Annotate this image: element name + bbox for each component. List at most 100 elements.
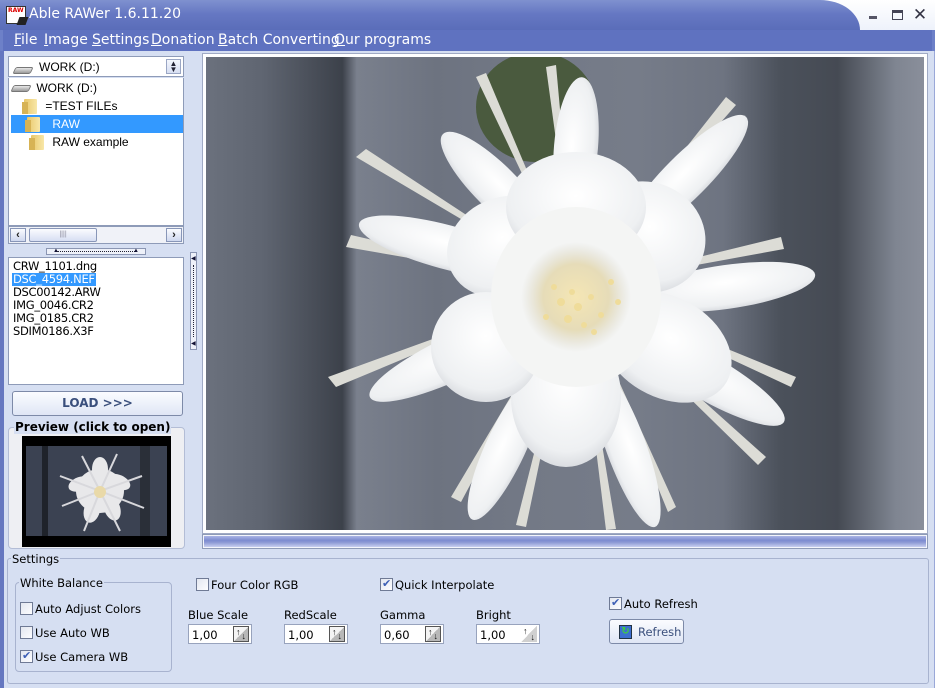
preview-thumbnail[interactable] [22, 436, 171, 547]
file-list: CRW_1101.dng DSC_4594.NEF DSC00142.ARW I… [8, 257, 184, 385]
raw-app-icon[interactable]: RAW [6, 6, 29, 25]
blue-scale-label: Blue Scale [188, 608, 249, 622]
progress-bar [202, 534, 928, 549]
menu-accel: D [151, 32, 162, 48]
splitter-grip [193, 265, 194, 337]
hard-drive-icon [10, 81, 32, 95]
scroll-left-button[interactable]: ‹ [10, 228, 26, 242]
quick-interpolate-checkbox[interactable]: Quick Interpolate [380, 577, 495, 592]
spin-updown-icon[interactable]: ↑ ↓ [521, 626, 537, 642]
bright-spinner[interactable]: 1,00 ↑ ↓ [476, 624, 540, 644]
menu-label: ile [21, 32, 38, 48]
menu-label: onation [161, 32, 215, 48]
menu-label: mage [48, 32, 88, 48]
spin-updown-icon[interactable]: ↑ ↓ [233, 626, 249, 642]
gamma-spinner[interactable]: 0,60 ↑ ↓ [380, 624, 444, 644]
tree-item-raw-example[interactable]: RAW example [29, 133, 181, 151]
four-color-rgb-checkbox[interactable]: Four Color RGB [196, 578, 298, 592]
menu-our-programs[interactable]: Our programs [334, 32, 431, 48]
minimize-icon [869, 16, 877, 19]
tree-item-label: RAW [52, 117, 80, 131]
scroll-thumb[interactable]: |||| [29, 228, 97, 242]
folder-icon [29, 135, 44, 151]
bright-label: Bright [476, 608, 511, 622]
maximize-icon [891, 10, 903, 20]
tree-item-test-files[interactable]: =TEST FILEs [22, 97, 182, 115]
window-frame-left [0, 51, 4, 688]
folder-tree-hscrollbar[interactable]: ‹ |||| › [8, 226, 184, 244]
arrow-left-icon: ◀ [191, 256, 196, 262]
arrow-left-icon: ◀ [191, 341, 196, 347]
dropdown-arrow-icon[interactable]: ▲ ▼ [166, 59, 181, 74]
menu-accel: F [14, 32, 22, 48]
red-scale-value[interactable]: 1,00 [288, 628, 314, 642]
tree-item-label: =TEST FILEs [45, 99, 118, 113]
menu-image[interactable]: Image [44, 32, 88, 48]
checkbox-label: Use Camera WB [35, 650, 129, 664]
tree-item-drive[interactable]: WORK (D:) [10, 79, 182, 97]
auto-refresh-checkbox[interactable]: Auto Refresh [609, 596, 698, 611]
minimize-button[interactable] [863, 6, 883, 24]
checkbox-label: Auto Adjust Colors [35, 602, 141, 616]
load-button[interactable]: LOAD >>> [12, 391, 183, 416]
refresh-button[interactable]: ↻ Refresh [609, 619, 684, 644]
use-camera-wb-checkbox[interactable]: Use Camera WB [20, 649, 129, 664]
checkbox-label: Use Auto WB [35, 626, 110, 640]
tree-item-label: WORK (D:) [36, 81, 97, 95]
bright-value[interactable]: 1,00 [480, 628, 506, 642]
window-frame-right [931, 51, 935, 688]
red-scale-spinner[interactable]: 1,00 ↑ ↓ [284, 624, 348, 644]
menu-settings[interactable]: Settings [92, 32, 149, 48]
menu-bar: File Image Settings Donation Batch Conve… [0, 30, 935, 51]
red-scale-label: RedScale [284, 608, 337, 622]
folder-icon [22, 99, 37, 115]
menu-accel: O [334, 32, 346, 48]
checkbox-box-checked[interactable] [609, 596, 622, 610]
checkbox-box[interactable] [20, 626, 33, 639]
arrow-up-icon: ▲ [133, 248, 139, 254]
preview-flower-image [26, 446, 167, 536]
image-viewer[interactable] [202, 53, 928, 534]
menu-accel: B [218, 32, 228, 48]
window-title: Able RAWer 1.6.11.20 [29, 6, 182, 22]
refresh-button-label: Refresh [638, 625, 682, 639]
blue-scale-spinner[interactable]: 1,00 ↑ ↓ [188, 624, 252, 644]
folder-icon [25, 117, 40, 133]
checkbox-label: Quick Interpolate [395, 578, 495, 592]
gamma-value[interactable]: 0,60 [384, 628, 410, 642]
drive-select[interactable]: WORK (D:) ▲ ▼ [8, 56, 184, 77]
checkbox-box[interactable] [20, 602, 33, 615]
flower-image [328, 57, 816, 530]
menu-file[interactable]: File [14, 32, 37, 48]
white-balance-title: White Balance [19, 576, 104, 590]
gamma-label: Gamma [380, 608, 426, 622]
splitter-grip [57, 251, 135, 252]
spin-updown-icon[interactable]: ↑ ↓ [425, 626, 441, 642]
image-canvas[interactable] [206, 57, 924, 530]
checkbox-box[interactable] [196, 578, 209, 591]
scroll-right-button[interactable]: › [166, 228, 182, 242]
settings-title: Settings [11, 552, 61, 566]
menu-donation[interactable]: Donation [151, 32, 215, 48]
preview-title: Preview (click to open) [14, 420, 172, 434]
close-button[interactable]: ✕ [910, 6, 930, 24]
blue-scale-value[interactable]: 1,00 [192, 628, 218, 642]
checkbox-box-checked[interactable] [20, 649, 33, 663]
auto-adjust-colors-checkbox[interactable]: Auto Adjust Colors [20, 602, 141, 616]
menu-label: ur programs [345, 32, 432, 48]
menu-batch-converting[interactable]: Batch Converting [218, 32, 340, 48]
spin-updown-icon[interactable]: ↑ ↓ [329, 626, 345, 642]
use-auto-wb-checkbox[interactable]: Use Auto WB [20, 626, 110, 640]
title-bar[interactable]: RAW Able RAWer 1.6.11.20 ✕ [0, 0, 935, 30]
maximize-button[interactable] [887, 6, 907, 24]
horizontal-splitter[interactable]: ▲ ▲ [46, 248, 146, 255]
checkbox-label: Four Color RGB [211, 578, 299, 592]
folder-tree: WORK (D:) =TEST FILEs RAW RAW example [8, 78, 184, 226]
hard-drive-icon [12, 63, 34, 77]
checkbox-box-checked[interactable] [380, 577, 393, 591]
vertical-splitter[interactable]: ◀ ◀ [190, 252, 197, 350]
tree-item-raw[interactable]: RAW [11, 115, 183, 133]
chevron-left-icon: ‹ [16, 229, 20, 241]
close-icon: ✕ [912, 5, 928, 25]
file-item[interactable]: SDIM0186.X3F [12, 325, 95, 338]
